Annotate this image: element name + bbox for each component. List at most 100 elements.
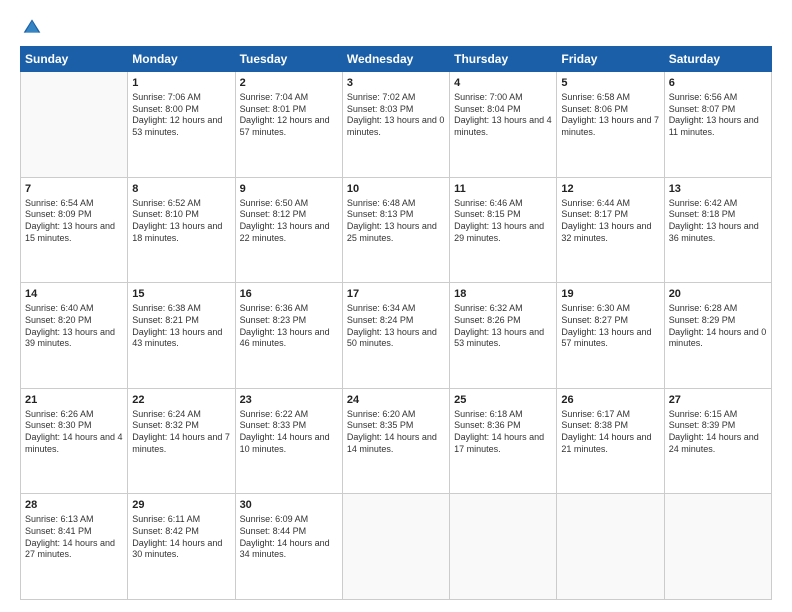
day-number: 29 [132, 498, 230, 513]
day-number: 13 [669, 182, 767, 197]
weekday-header-sunday: Sunday [21, 47, 128, 72]
week-row-1: 7Sunrise: 6:54 AMSunset: 8:09 PMDaylight… [21, 177, 772, 283]
day-info: Sunrise: 7:06 AMSunset: 8:00 PMDaylight:… [132, 92, 230, 139]
weekday-header-wednesday: Wednesday [342, 47, 449, 72]
day-info: Sunrise: 6:26 AMSunset: 8:30 PMDaylight:… [25, 409, 123, 456]
day-number: 2 [240, 76, 338, 91]
calendar-cell: 27Sunrise: 6:15 AMSunset: 8:39 PMDayligh… [664, 388, 771, 494]
day-info: Sunrise: 6:44 AMSunset: 8:17 PMDaylight:… [561, 198, 659, 245]
day-number: 4 [454, 76, 552, 91]
day-number: 10 [347, 182, 445, 197]
header [20, 16, 772, 36]
calendar-cell: 15Sunrise: 6:38 AMSunset: 8:21 PMDayligh… [128, 283, 235, 389]
day-info: Sunrise: 6:24 AMSunset: 8:32 PMDaylight:… [132, 409, 230, 456]
day-info: Sunrise: 6:56 AMSunset: 8:07 PMDaylight:… [669, 92, 767, 139]
logo-text [20, 16, 42, 36]
calendar-cell: 21Sunrise: 6:26 AMSunset: 8:30 PMDayligh… [21, 388, 128, 494]
calendar-cell: 10Sunrise: 6:48 AMSunset: 8:13 PMDayligh… [342, 177, 449, 283]
day-info: Sunrise: 6:20 AMSunset: 8:35 PMDaylight:… [347, 409, 445, 456]
calendar-cell: 20Sunrise: 6:28 AMSunset: 8:29 PMDayligh… [664, 283, 771, 389]
day-info: Sunrise: 6:13 AMSunset: 8:41 PMDaylight:… [25, 514, 123, 561]
calendar-cell: 30Sunrise: 6:09 AMSunset: 8:44 PMDayligh… [235, 494, 342, 600]
day-number: 12 [561, 182, 659, 197]
day-info: Sunrise: 7:04 AMSunset: 8:01 PMDaylight:… [240, 92, 338, 139]
day-number: 22 [132, 393, 230, 408]
calendar-cell: 24Sunrise: 6:20 AMSunset: 8:35 PMDayligh… [342, 388, 449, 494]
calendar-table: SundayMondayTuesdayWednesdayThursdayFrid… [20, 46, 772, 600]
calendar-cell: 29Sunrise: 6:11 AMSunset: 8:42 PMDayligh… [128, 494, 235, 600]
calendar-cell: 17Sunrise: 6:34 AMSunset: 8:24 PMDayligh… [342, 283, 449, 389]
weekday-header-thursday: Thursday [450, 47, 557, 72]
calendar-cell [342, 494, 449, 600]
calendar-cell [21, 72, 128, 178]
weekday-header-saturday: Saturday [664, 47, 771, 72]
day-info: Sunrise: 7:00 AMSunset: 8:04 PMDaylight:… [454, 92, 552, 139]
day-number: 21 [25, 393, 123, 408]
day-number: 16 [240, 287, 338, 302]
day-info: Sunrise: 6:18 AMSunset: 8:36 PMDaylight:… [454, 409, 552, 456]
calendar-cell [450, 494, 557, 600]
weekday-header-monday: Monday [128, 47, 235, 72]
page: SundayMondayTuesdayWednesdayThursdayFrid… [0, 0, 792, 612]
day-info: Sunrise: 6:22 AMSunset: 8:33 PMDaylight:… [240, 409, 338, 456]
weekday-header-row: SundayMondayTuesdayWednesdayThursdayFrid… [21, 47, 772, 72]
day-info: Sunrise: 6:50 AMSunset: 8:12 PMDaylight:… [240, 198, 338, 245]
calendar-cell: 2Sunrise: 7:04 AMSunset: 8:01 PMDaylight… [235, 72, 342, 178]
day-number: 18 [454, 287, 552, 302]
calendar-cell: 5Sunrise: 6:58 AMSunset: 8:06 PMDaylight… [557, 72, 664, 178]
week-row-2: 14Sunrise: 6:40 AMSunset: 8:20 PMDayligh… [21, 283, 772, 389]
day-info: Sunrise: 6:17 AMSunset: 8:38 PMDaylight:… [561, 409, 659, 456]
week-row-0: 1Sunrise: 7:06 AMSunset: 8:00 PMDaylight… [21, 72, 772, 178]
calendar-cell: 8Sunrise: 6:52 AMSunset: 8:10 PMDaylight… [128, 177, 235, 283]
calendar-cell: 4Sunrise: 7:00 AMSunset: 8:04 PMDaylight… [450, 72, 557, 178]
day-info: Sunrise: 6:46 AMSunset: 8:15 PMDaylight:… [454, 198, 552, 245]
day-number: 17 [347, 287, 445, 302]
calendar-cell: 12Sunrise: 6:44 AMSunset: 8:17 PMDayligh… [557, 177, 664, 283]
calendar-cell: 13Sunrise: 6:42 AMSunset: 8:18 PMDayligh… [664, 177, 771, 283]
day-number: 24 [347, 393, 445, 408]
day-number: 27 [669, 393, 767, 408]
day-info: Sunrise: 7:02 AMSunset: 8:03 PMDaylight:… [347, 92, 445, 139]
day-number: 26 [561, 393, 659, 408]
day-info: Sunrise: 6:38 AMSunset: 8:21 PMDaylight:… [132, 303, 230, 350]
day-number: 3 [347, 76, 445, 91]
day-info: Sunrise: 6:48 AMSunset: 8:13 PMDaylight:… [347, 198, 445, 245]
calendar-cell: 18Sunrise: 6:32 AMSunset: 8:26 PMDayligh… [450, 283, 557, 389]
day-number: 19 [561, 287, 659, 302]
calendar-cell: 6Sunrise: 6:56 AMSunset: 8:07 PMDaylight… [664, 72, 771, 178]
day-info: Sunrise: 6:28 AMSunset: 8:29 PMDaylight:… [669, 303, 767, 350]
day-info: Sunrise: 6:15 AMSunset: 8:39 PMDaylight:… [669, 409, 767, 456]
calendar-cell: 16Sunrise: 6:36 AMSunset: 8:23 PMDayligh… [235, 283, 342, 389]
day-number: 5 [561, 76, 659, 91]
day-number: 20 [669, 287, 767, 302]
day-number: 1 [132, 76, 230, 91]
calendar-cell: 23Sunrise: 6:22 AMSunset: 8:33 PMDayligh… [235, 388, 342, 494]
calendar-cell: 28Sunrise: 6:13 AMSunset: 8:41 PMDayligh… [21, 494, 128, 600]
day-number: 25 [454, 393, 552, 408]
day-number: 15 [132, 287, 230, 302]
calendar-cell: 26Sunrise: 6:17 AMSunset: 8:38 PMDayligh… [557, 388, 664, 494]
logo [20, 16, 42, 36]
day-number: 30 [240, 498, 338, 513]
calendar-cell: 11Sunrise: 6:46 AMSunset: 8:15 PMDayligh… [450, 177, 557, 283]
calendar-cell: 3Sunrise: 7:02 AMSunset: 8:03 PMDaylight… [342, 72, 449, 178]
day-number: 28 [25, 498, 123, 513]
day-number: 6 [669, 76, 767, 91]
weekday-header-tuesday: Tuesday [235, 47, 342, 72]
calendar-cell: 1Sunrise: 7:06 AMSunset: 8:00 PMDaylight… [128, 72, 235, 178]
calendar-cell [664, 494, 771, 600]
day-info: Sunrise: 6:32 AMSunset: 8:26 PMDaylight:… [454, 303, 552, 350]
day-number: 7 [25, 182, 123, 197]
calendar-cell: 9Sunrise: 6:50 AMSunset: 8:12 PMDaylight… [235, 177, 342, 283]
week-row-4: 28Sunrise: 6:13 AMSunset: 8:41 PMDayligh… [21, 494, 772, 600]
day-number: 14 [25, 287, 123, 302]
day-info: Sunrise: 6:30 AMSunset: 8:27 PMDaylight:… [561, 303, 659, 350]
day-number: 23 [240, 393, 338, 408]
calendar-cell: 7Sunrise: 6:54 AMSunset: 8:09 PMDaylight… [21, 177, 128, 283]
day-number: 11 [454, 182, 552, 197]
weekday-header-friday: Friday [557, 47, 664, 72]
calendar-cell: 14Sunrise: 6:40 AMSunset: 8:20 PMDayligh… [21, 283, 128, 389]
calendar-cell: 22Sunrise: 6:24 AMSunset: 8:32 PMDayligh… [128, 388, 235, 494]
calendar-cell: 19Sunrise: 6:30 AMSunset: 8:27 PMDayligh… [557, 283, 664, 389]
calendar-cell: 25Sunrise: 6:18 AMSunset: 8:36 PMDayligh… [450, 388, 557, 494]
